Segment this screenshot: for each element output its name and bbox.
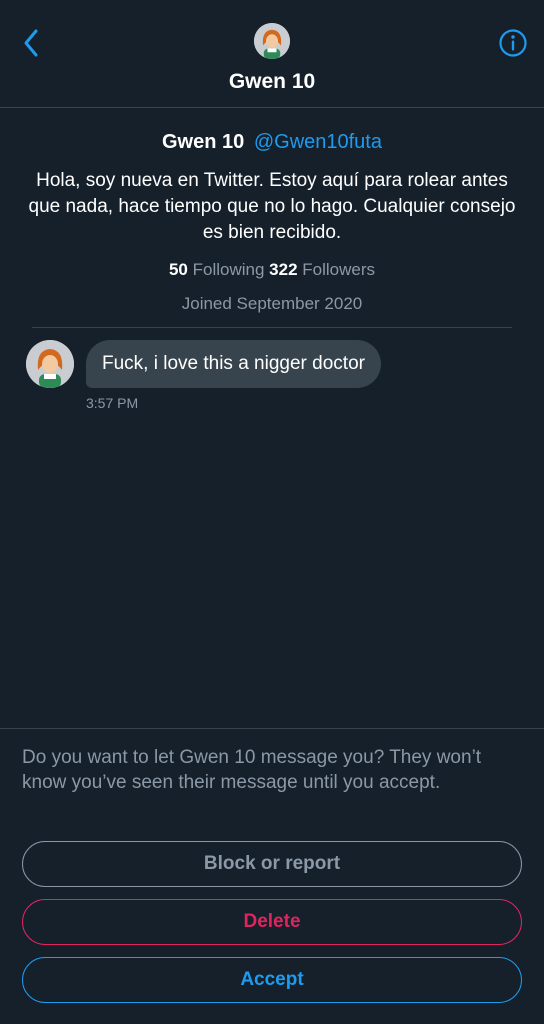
avatar-image <box>254 23 290 59</box>
header-avatar[interactable] <box>254 23 290 59</box>
followers-label[interactable]: Followers <box>302 260 375 279</box>
profile-stats: 50 Following 322 Followers <box>0 258 544 282</box>
following-count[interactable]: 50 <box>169 260 188 279</box>
message-bubble[interactable]: Fuck, i love this a nigger doctor <box>86 340 381 388</box>
message-timestamp: 3:57 PM <box>86 395 139 411</box>
request-prompt: Do you want to let Gwen 10 message you? … <box>22 747 482 793</box>
info-button[interactable] <box>496 26 530 60</box>
info-icon <box>499 29 527 57</box>
following-label[interactable]: Following <box>193 260 265 279</box>
avatar-image <box>26 340 74 388</box>
back-button[interactable] <box>14 26 48 60</box>
profile-bio: Hola, soy nueva en Twitter. Estoy aquí p… <box>28 170 516 243</box>
accept-button[interactable]: Accept <box>22 957 522 1003</box>
conversation-title: Gwen 10 <box>228 70 316 93</box>
message-request-panel: Do you want to let Gwen 10 message you? … <box>0 728 544 1024</box>
followers-count[interactable]: 322 <box>269 260 297 279</box>
block-or-report-button[interactable]: Block or report <box>22 841 522 887</box>
profile-summary: Gwen 10 @Gwen10futa Hola, soy nueva en T… <box>0 128 544 316</box>
delete-button[interactable]: Delete <box>22 899 522 945</box>
joined-date: Joined September 2020 <box>181 294 363 313</box>
profile-name[interactable]: Gwen 10 <box>162 131 244 153</box>
conversation-header: Gwen 10 <box>0 0 544 108</box>
profile-name-line: Gwen 10 @Gwen10futa <box>0 128 544 156</box>
profile-handle[interactable]: @Gwen10futa <box>254 131 382 153</box>
sender-avatar[interactable] <box>26 340 74 388</box>
chevron-left-icon <box>24 29 38 57</box>
dm-request-screen: Gwen 10 Gwen 10 @Gwen10futa Hola, soy nu… <box>0 0 544 1024</box>
divider <box>32 327 512 328</box>
